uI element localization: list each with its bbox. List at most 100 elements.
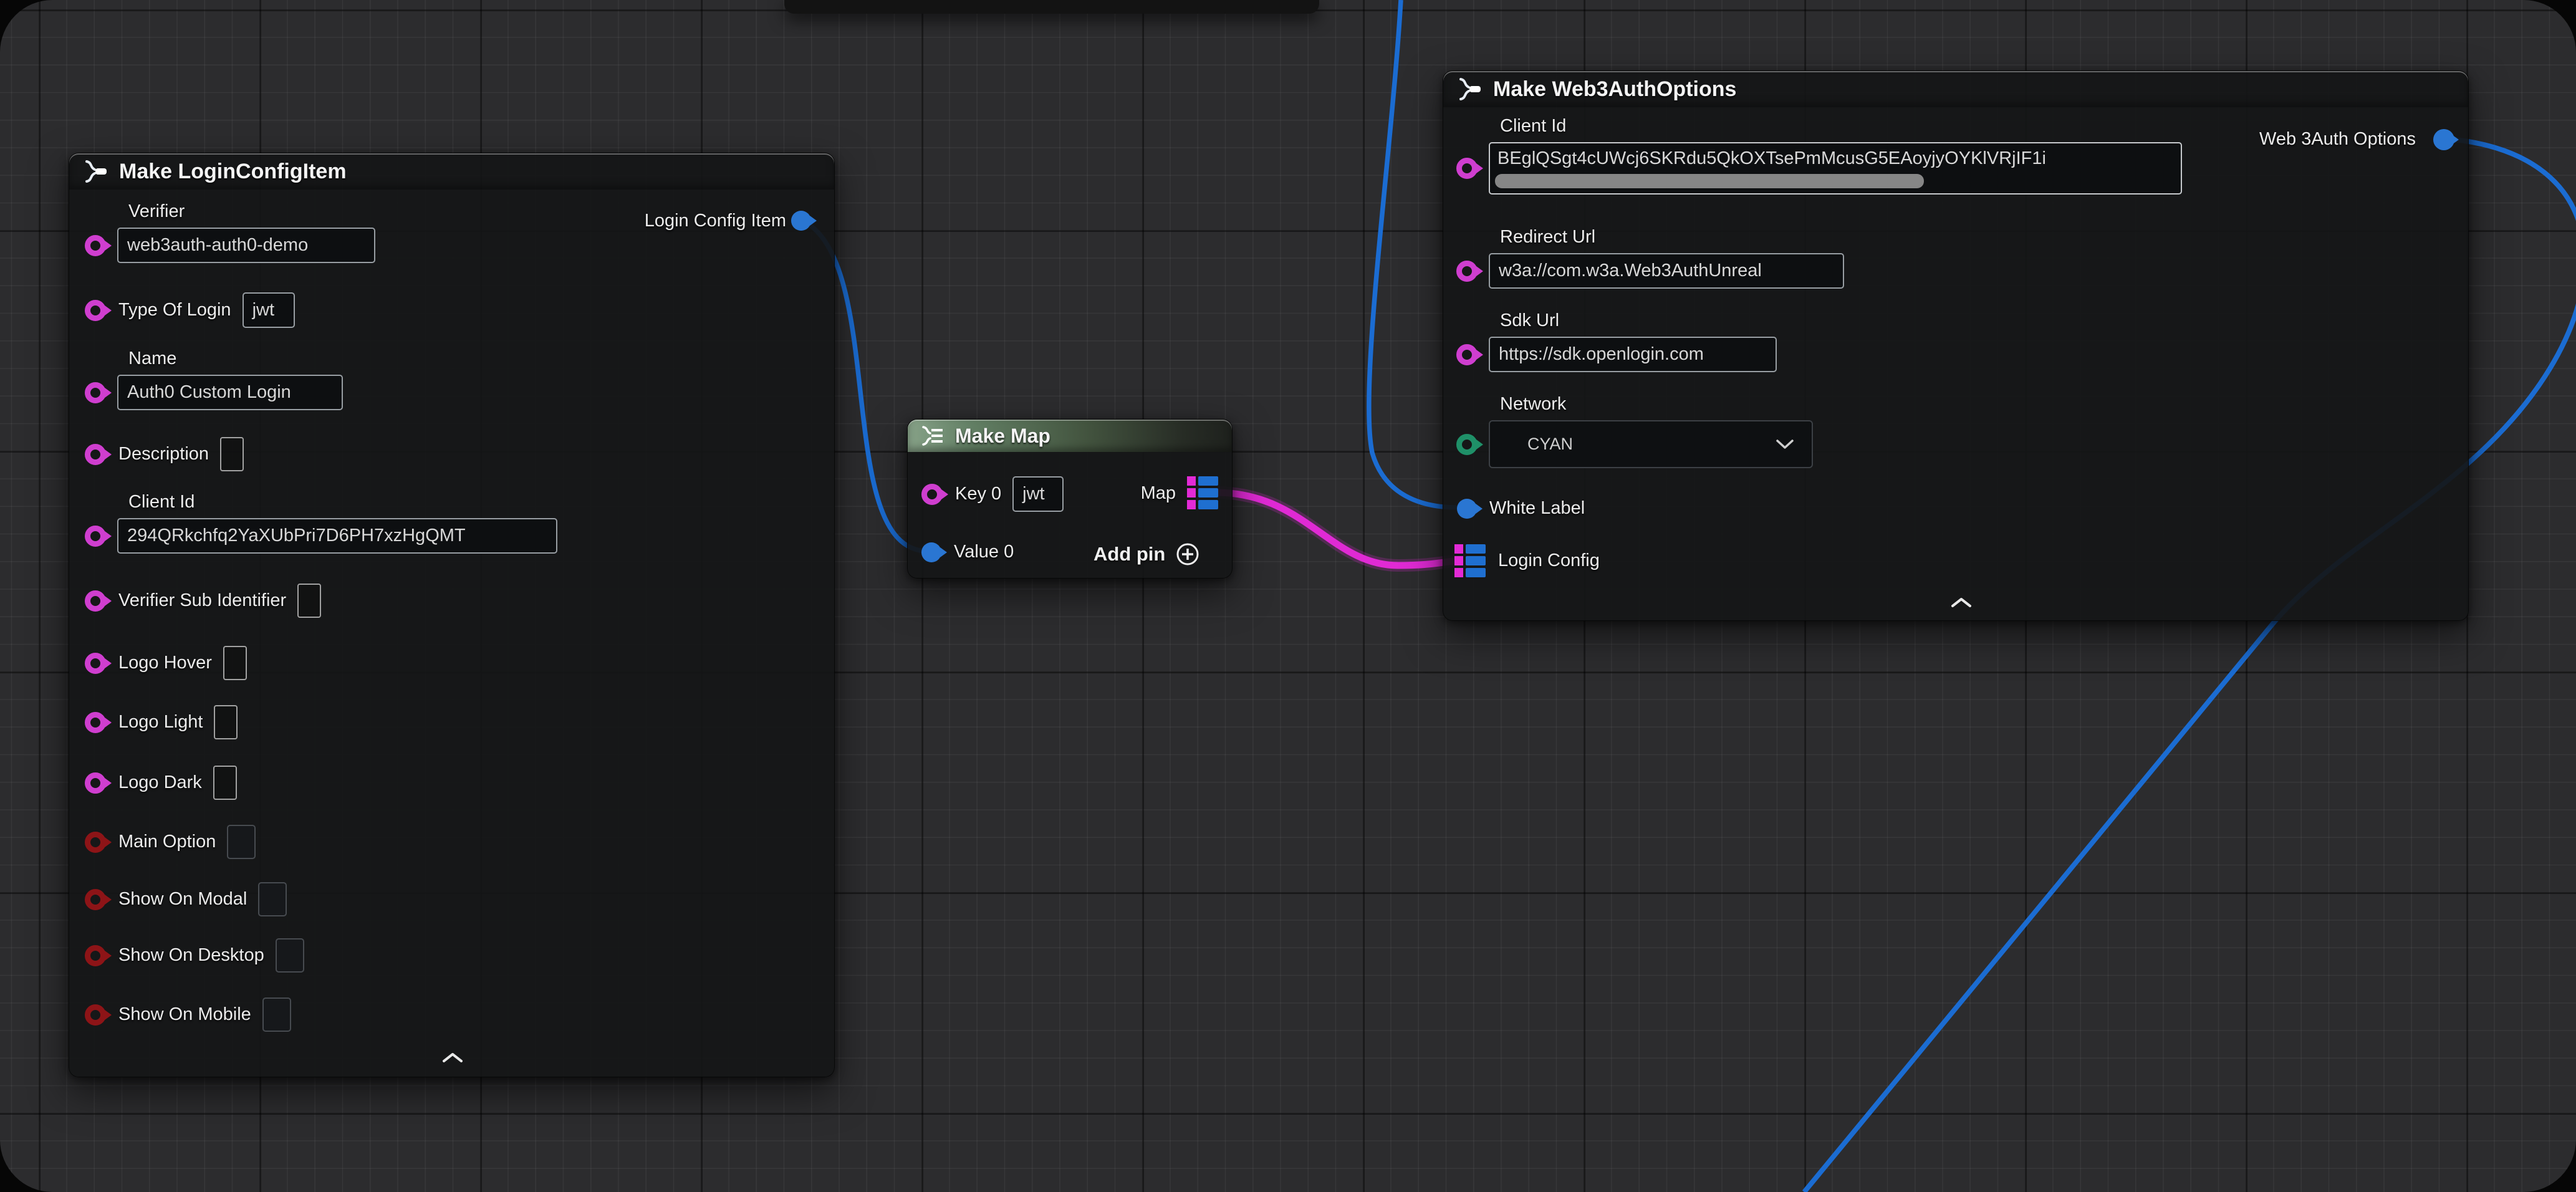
pin-label: Main Option bbox=[118, 832, 216, 852]
bool-pin-icon[interactable] bbox=[85, 1004, 106, 1026]
pin-row-verifier-sub-identifier: Verifier Sub Identifier bbox=[85, 584, 321, 618]
pin-row-show-on-mobile: Show On Mobile bbox=[85, 997, 291, 1032]
pin-row-show-on-desktop: Show On Desktop bbox=[85, 938, 304, 973]
output-label-map: Map bbox=[1095, 483, 1176, 504]
string-pin-icon[interactable] bbox=[85, 526, 106, 547]
output-label-login-config-item: Login Config Item bbox=[506, 211, 786, 231]
chevron-down-icon bbox=[1776, 439, 1794, 450]
pin-row-client-id: Client Id 294QRkchfq2YaXUbPri7D6PH7xzHgQ… bbox=[85, 492, 557, 554]
node-make-map-header[interactable]: Make Map bbox=[908, 420, 1232, 452]
node-make-web3authoptions-header[interactable]: Make Web3AuthOptions bbox=[1443, 71, 2468, 107]
network-dropdown[interactable]: CYAN bbox=[1489, 420, 1813, 468]
wire-map-glow bbox=[1218, 493, 1463, 565]
offscreen-node-bottom-edge[interactable] bbox=[784, 0, 1319, 14]
bool-pin-icon[interactable] bbox=[85, 945, 106, 966]
pin-row-logo-hover: Logo Hover bbox=[85, 646, 247, 680]
string-pin-icon[interactable] bbox=[921, 484, 943, 505]
name-input[interactable]: Auth0 Custom Login bbox=[117, 375, 343, 410]
pin-row-client-id: Client Id BEglQSgt4cUWcj6SKRdu5QkOXTsePm… bbox=[1456, 116, 2182, 195]
node-title: Make Web3AuthOptions bbox=[1493, 77, 1736, 102]
string-pin-icon[interactable] bbox=[85, 590, 106, 612]
string-pin-icon[interactable] bbox=[85, 772, 106, 794]
node-title: Make Map bbox=[955, 425, 1050, 448]
bool-pin-icon[interactable] bbox=[85, 832, 106, 853]
string-pin-icon[interactable] bbox=[1456, 261, 1478, 282]
output-pin-web3auth-options[interactable] bbox=[2433, 129, 2454, 150]
horizontal-scrollbar[interactable] bbox=[1495, 174, 1924, 188]
pin-row-sdk-url: Sdk Url https://sdk.openlogin.com bbox=[1456, 310, 1777, 372]
pin-row-logo-light: Logo Light bbox=[85, 705, 238, 739]
pin-row-show-on-modal: Show On Modal bbox=[85, 882, 287, 916]
logo-dark-input[interactable] bbox=[213, 766, 237, 800]
collapse-chevron-icon[interactable] bbox=[1951, 597, 1972, 608]
map-pin-icon[interactable] bbox=[1454, 544, 1486, 577]
pin-label: Show On Mobile bbox=[118, 1004, 251, 1025]
verifier-input[interactable]: web3auth-auth0-demo bbox=[117, 228, 375, 263]
string-pin-icon[interactable] bbox=[1456, 344, 1478, 365]
pin-row-type-of-login: Type Of Login jwt bbox=[85, 292, 295, 328]
string-pin-icon[interactable] bbox=[85, 712, 106, 733]
pin-label: Logo Dark bbox=[118, 772, 202, 793]
pin-row-value-0: Value 0 bbox=[921, 542, 1014, 562]
string-pin-icon[interactable] bbox=[85, 444, 106, 465]
make-map-icon bbox=[920, 425, 945, 446]
string-pin-icon[interactable] bbox=[1456, 158, 1478, 179]
client-id-input[interactable]: BEglQSgt4cUWcj6SKRdu5QkOXTsePmMcusG5EAoy… bbox=[1489, 142, 2182, 195]
logo-hover-input[interactable] bbox=[223, 646, 247, 680]
output-pin-map-icon[interactable] bbox=[1187, 476, 1218, 509]
string-pin-icon[interactable] bbox=[85, 653, 106, 674]
pin-label: Description bbox=[118, 444, 209, 464]
add-pin-plus-icon bbox=[1175, 542, 1200, 567]
description-input[interactable] bbox=[220, 437, 244, 471]
redirect-url-input[interactable]: w3a://com.w3a.Web3AuthUnreal bbox=[1489, 253, 1844, 289]
pin-label: Verifier Sub Identifier bbox=[118, 590, 286, 611]
node-make-map[interactable]: Make Map Key 0 jwt Map Value 0 Add pin bbox=[907, 419, 1233, 579]
show-on-mobile-checkbox[interactable] bbox=[262, 997, 291, 1032]
pin-label: White Label bbox=[1489, 498, 1585, 519]
show-on-modal-checkbox[interactable] bbox=[258, 882, 287, 916]
collapse-chevron-icon[interactable] bbox=[442, 1052, 463, 1063]
bool-pin-icon[interactable] bbox=[85, 889, 106, 910]
node-make-loginconfigitem[interactable]: Make LoginConfigItem Login Config Item V… bbox=[69, 153, 835, 1077]
pin-row-login-config: Login Config bbox=[1454, 544, 1600, 577]
pin-label: Value 0 bbox=[954, 542, 1014, 562]
key-0-input[interactable]: jwt bbox=[1012, 476, 1064, 512]
pin-row-key-0: Key 0 jwt bbox=[921, 476, 1064, 512]
string-pin-icon[interactable] bbox=[85, 235, 106, 256]
pin-label: Verifier bbox=[128, 201, 375, 222]
pin-label: Logo Hover bbox=[118, 653, 212, 673]
logo-light-input[interactable] bbox=[214, 705, 238, 739]
verifier-sub-identifier-input[interactable] bbox=[297, 584, 321, 618]
string-pin-icon[interactable] bbox=[85, 300, 106, 321]
enum-pin-icon[interactable] bbox=[1456, 434, 1478, 455]
sdk-url-input[interactable]: https://sdk.openlogin.com bbox=[1489, 337, 1777, 372]
pin-label: Client Id bbox=[128, 492, 557, 512]
pin-label: Name bbox=[128, 348, 343, 369]
pin-label: Login Config bbox=[1498, 550, 1600, 571]
show-on-desktop-checkbox[interactable] bbox=[276, 938, 304, 973]
client-id-input[interactable]: 294QRkchfq2YaXUbPri7D6PH7xzHgQMT bbox=[117, 518, 557, 554]
pin-label: Type Of Login bbox=[118, 300, 231, 320]
pin-label: Show On Modal bbox=[118, 889, 247, 910]
pin-label: Logo Light bbox=[118, 712, 203, 733]
make-struct-icon bbox=[1456, 77, 1483, 101]
pin-row-redirect-url: Redirect Url w3a://com.w3a.Web3AuthUnrea… bbox=[1456, 227, 1844, 289]
struct-pin-icon[interactable] bbox=[921, 542, 941, 562]
node-make-web3authoptions[interactable]: Make Web3AuthOptions Web 3Auth Options C… bbox=[1443, 70, 2469, 621]
struct-pin-icon[interactable] bbox=[1457, 499, 1477, 519]
make-struct-icon bbox=[82, 160, 109, 183]
output-pin-login-config-item[interactable] bbox=[791, 211, 811, 231]
pin-row-main-option: Main Option bbox=[85, 825, 256, 859]
wire-map-to-loginconfig[interactable] bbox=[1218, 493, 1463, 565]
blueprint-editor-screen: Make LoginConfigItem Login Config Item V… bbox=[0, 0, 2576, 1192]
string-pin-icon[interactable] bbox=[85, 382, 106, 403]
blueprint-graph-canvas[interactable]: Make LoginConfigItem Login Config Item V… bbox=[0, 0, 2576, 1192]
add-pin-button[interactable]: Add pin bbox=[1093, 542, 1200, 567]
network-selected-value: CYAN bbox=[1527, 435, 1573, 454]
type-of-login-input[interactable]: jwt bbox=[243, 292, 295, 328]
pin-label: Client Id bbox=[1500, 116, 2182, 137]
pin-row-white-label: White Label bbox=[1457, 498, 1585, 519]
node-make-loginconfigitem-header[interactable]: Make LoginConfigItem bbox=[69, 153, 834, 190]
main-option-checkbox[interactable] bbox=[227, 825, 256, 859]
pin-row-name: Name Auth0 Custom Login bbox=[85, 348, 343, 410]
